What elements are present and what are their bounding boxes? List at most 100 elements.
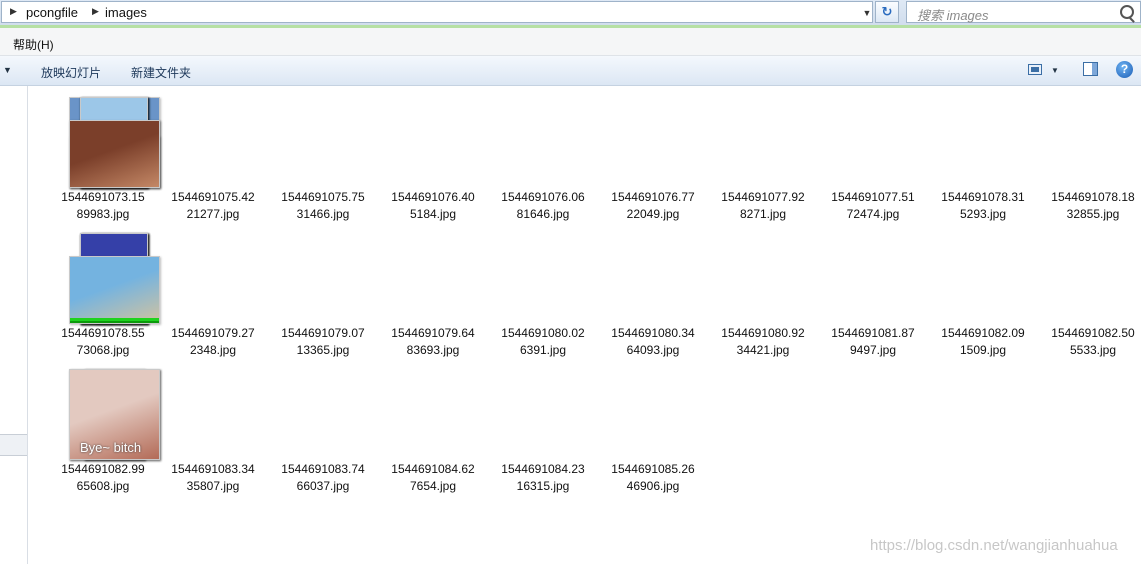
file-item[interactable]: 1544691078.31 5293.jpg: [69, 95, 1038, 229]
organize-dropdown-icon[interactable]: ▼: [3, 65, 12, 75]
file-name-line-1: 1544691076.06: [501, 190, 585, 204]
file-name: 1544691084.23 16315.jpg: [488, 461, 598, 495]
file-name-line-2: 9497.jpg: [849, 343, 897, 357]
file-item[interactable]: 1544691080.34 64093.jpg: [80, 231, 708, 365]
file-item[interactable]: 1544691075.75 31466.jpg: [80, 95, 378, 229]
file-name-line-1: 1544691078.18: [1051, 190, 1135, 204]
file-item[interactable]: 1544691076.77 22049.jpg: [80, 95, 708, 229]
file-name: 1544691080.92 34421.jpg: [708, 325, 818, 359]
file-name: 1544691081.87 9497.jpg: [818, 325, 928, 359]
file-name-line-1: 1544691079.27: [171, 326, 255, 340]
corrupt-data-bars: [70, 318, 159, 323]
file-item[interactable]: 1544691084.23 16315.jpg: [69, 367, 598, 501]
file-item[interactable]: 1544691079.07 13365.jpg: [80, 231, 378, 365]
crumb-arrow-icon[interactable]: ▶: [92, 6, 99, 17]
file-item[interactable]: 1544691081.87 9497.jpg: [80, 231, 928, 365]
file-item[interactable]: 1544691082.09 1509.jpg: [80, 231, 1038, 365]
file-name-line-1: 1544691081.87: [831, 326, 915, 340]
address-bar[interactable]: ▶ pcongfile ▶ images ▼: [1, 1, 873, 23]
breadcrumb-pcongfile[interactable]: pcongfile: [26, 5, 78, 20]
file-name-line-2: 34421.jpg: [736, 343, 790, 357]
refresh-button[interactable]: ↻: [875, 1, 899, 23]
file-name-line-2: 8271.jpg: [739, 207, 787, 221]
file-name-line-1: 1544691085.26: [611, 462, 695, 476]
file-name: 1544691082.50 5533.jpg: [1038, 325, 1141, 359]
search-input[interactable]: 搜索 images: [906, 1, 1141, 23]
file-name-line-1: 1544691076.77: [611, 190, 695, 204]
change-view-icon[interactable]: [1028, 64, 1042, 75]
image-thumbnail[interactable]: Bye~ bitch: [69, 369, 160, 460]
file-name-line-2: 5184.jpg: [409, 207, 457, 221]
file-item[interactable]: 1544691079.64 83693.jpg: [80, 231, 488, 365]
help-icon[interactable]: ?: [1116, 61, 1133, 78]
file-name-line-2: 31466.jpg: [296, 207, 350, 221]
image-thumbnail[interactable]: [69, 120, 160, 188]
file-name-line-2: 89983.jpg: [76, 207, 130, 221]
file-name-line-1: 1544691077.51: [831, 190, 915, 204]
nav-scroll-thumb[interactable]: [0, 434, 27, 456]
file-name-line-1: 1544691075.42: [171, 190, 255, 204]
file-name-line-2: 81646.jpg: [516, 207, 570, 221]
file-name-line-1: 1544691077.92: [721, 190, 805, 204]
file-name: 1544691076.06 81646.jpg: [488, 189, 598, 223]
file-name-line-2: 2348.jpg: [189, 343, 237, 357]
file-item[interactable]: 1544691076.40 5184.jpg: [80, 95, 488, 229]
file-name-line-1: 1544691078.55: [61, 326, 145, 340]
new-folder-button[interactable]: 新建文件夹: [131, 64, 191, 81]
file-name-line-2: 16315.jpg: [516, 479, 570, 493]
file-item[interactable]: 1544691082.50 5533.jpg: [69, 231, 1141, 365]
file-name-line-1: 1544691082.09: [941, 326, 1025, 340]
file-name: 1544691078.55 73068.jpg: [48, 325, 158, 359]
file-name: 1544691076.40 5184.jpg: [378, 189, 488, 223]
file-item[interactable]: 1544691084.62 7654.jpg: [84, 367, 488, 501]
file-name-line-1: 1544691073.15: [61, 190, 145, 204]
slideshow-button[interactable]: 放映幻灯片: [41, 64, 101, 81]
file-name: 1544691078.31 5293.jpg: [928, 189, 1038, 223]
preview-pane-icon[interactable]: [1083, 62, 1098, 76]
file-item[interactable]: 1544691077.92 8271.jpg: [69, 95, 818, 229]
file-name-line-2: 35807.jpg: [186, 479, 240, 493]
file-item[interactable]: 1544691083.74 66037.jpg: [84, 367, 378, 501]
file-name: 1544691075.42 21277.jpg: [158, 189, 268, 223]
file-name: 1544691084.62 7654.jpg: [378, 461, 488, 495]
search-icon[interactable]: [1120, 5, 1134, 19]
file-name: 1544691075.75 31466.jpg: [268, 189, 378, 223]
file-item[interactable]: 1544691077.51 72474.jpg: [80, 95, 928, 229]
file-name: 1544691079.07 13365.jpg: [268, 325, 378, 359]
file-name: 1544691080.34 64093.jpg: [598, 325, 708, 359]
file-name: 1544691083.74 66037.jpg: [268, 461, 378, 495]
file-name: 1544691077.51 72474.jpg: [818, 189, 928, 223]
file-name: 1544691083.34 35807.jpg: [158, 461, 268, 495]
crumb-arrow-icon[interactable]: ▶: [10, 6, 17, 17]
file-name: 1544691078.18 32855.jpg: [1038, 189, 1141, 223]
file-item[interactable]: 1544691075.42 21277.jpg: [80, 95, 268, 229]
navigation-pane[interactable]: [0, 86, 28, 564]
file-name: 1544691076.77 22049.jpg: [598, 189, 708, 223]
file-name: 1544691073.15 89983.jpg: [48, 189, 158, 223]
file-item[interactable]: Bye~ bitch 1544691085.26 46906.jpg: [69, 367, 708, 501]
file-item[interactable]: 1544691083.34 35807.jpg: [84, 367, 268, 501]
file-list: 1544691073.15 89983.jpg 1544691075.42 21277…: [28, 86, 1141, 564]
file-name-line-1: 1544691076.40: [391, 190, 475, 204]
menu-bar: 帮助(H): [0, 28, 1141, 56]
file-name-line-1: 1544691079.07: [281, 326, 365, 340]
file-item[interactable]: 1544691079.27 2348.jpg: [80, 231, 268, 365]
file-name-line-1: 1544691084.23: [501, 462, 585, 476]
breadcrumb-images[interactable]: images: [105, 5, 147, 20]
image-thumbnail[interactable]: [69, 256, 160, 324]
file-name: 1544691082.09 1509.jpg: [928, 325, 1038, 359]
file-name-line-1: 1544691080.92: [721, 326, 805, 340]
file-name-line-2: 1509.jpg: [959, 343, 1007, 357]
file-name-line-1: 1544691082.50: [1051, 326, 1135, 340]
address-dropdown-icon[interactable]: ▼: [860, 3, 874, 23]
file-item[interactable]: 1544691076.06 81646.jpg: [80, 95, 598, 229]
file-name-line-2: 13365.jpg: [296, 343, 350, 357]
menu-help[interactable]: 帮助(H): [13, 36, 54, 53]
file-item[interactable]: 1544691078.18 32855.jpg: [69, 95, 1141, 229]
file-item[interactable]: 1544691080.02 6391.jpg: [80, 231, 598, 365]
file-name-line-2: 65608.jpg: [76, 479, 130, 493]
file-item[interactable]: 1544691080.92 34421.jpg: [95, 231, 818, 365]
file-name-line-2: 7654.jpg: [409, 479, 457, 493]
view-options-dropdown-icon[interactable]: ▼: [1051, 66, 1059, 75]
file-name-line-1: 1544691075.75: [281, 190, 365, 204]
